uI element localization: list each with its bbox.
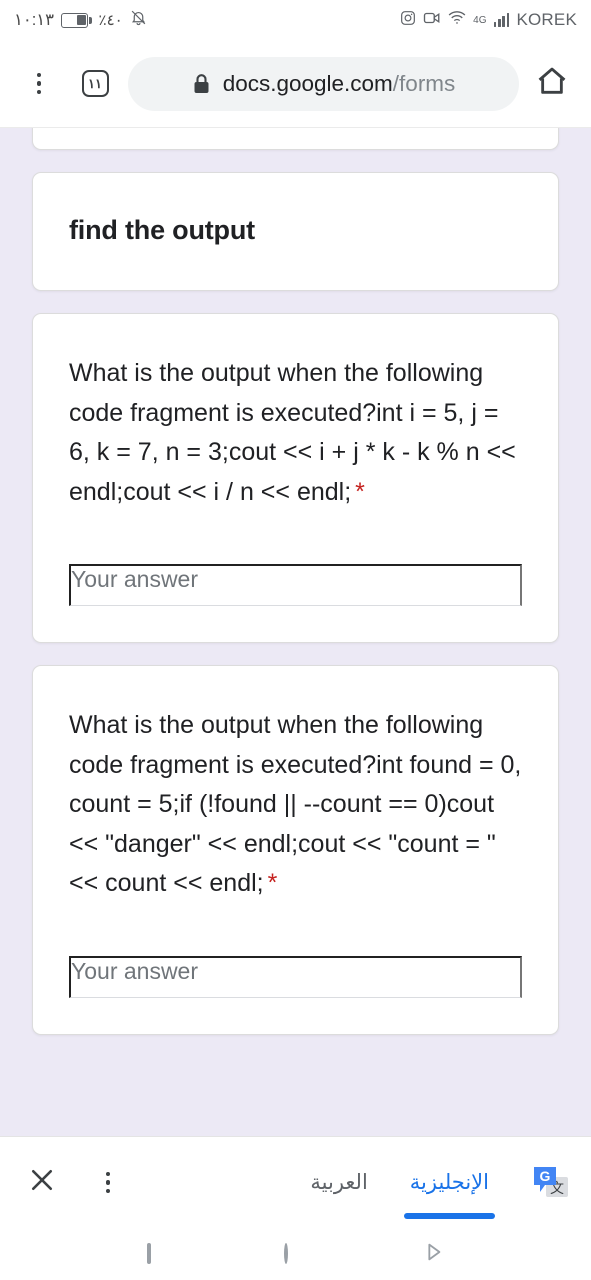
question-label-1: What is the output when the following co…: [69, 359, 516, 506]
page-title: find the output: [69, 215, 255, 245]
form-content[interactable]: find the output What is the output when …: [0, 128, 591, 1136]
circle-icon: [284, 1243, 289, 1264]
phone-screen: ١٠:١٣ ٪٤٠ 4G KOREK ١١ docs.google.com/fo…: [0, 0, 591, 1280]
home-nav-button[interactable]: [284, 1243, 289, 1264]
home-icon: [535, 64, 569, 103]
url-path: /forms: [392, 70, 456, 96]
browser-toolbar: ١١ docs.google.com/forms: [0, 40, 591, 128]
kebab-menu-icon: [36, 72, 42, 95]
google-translate-icon[interactable]: 文 G: [531, 1164, 569, 1202]
mute-bell-icon: [130, 9, 147, 31]
required-asterisk-2: *: [267, 869, 278, 897]
answer-input-2[interactable]: [69, 955, 522, 998]
url-domain: docs.google.com: [222, 70, 393, 96]
close-translate-button[interactable]: [22, 1163, 62, 1203]
instagram-icon: [400, 10, 416, 31]
status-bar: ١٠:١٣ ٪٤٠ 4G KOREK: [0, 0, 591, 40]
back-button[interactable]: [422, 1241, 444, 1268]
square-icon: [146, 1243, 151, 1264]
lock-icon: [192, 73, 211, 95]
answer-input-1[interactable]: [69, 564, 522, 606]
answer-field-wrap-2: [69, 955, 522, 998]
carrier-label: KOREK: [516, 10, 577, 29]
status-bar-left: ١٠:١٣ ٪٤٠: [14, 9, 147, 31]
wifi-icon: [448, 10, 466, 30]
recents-button[interactable]: [146, 1243, 151, 1264]
answer-field-wrap-1: [69, 564, 522, 606]
question-text-1: What is the output when the following co…: [69, 354, 522, 512]
translate-bar-left: [22, 1163, 128, 1203]
network-generation-label: 4G: [473, 14, 487, 26]
question-text-2: What is the output when the following co…: [69, 706, 522, 904]
android-navigation-bar: [0, 1228, 591, 1280]
home-button[interactable]: [529, 61, 575, 107]
battery-percent-label: ٪٤٠: [98, 12, 123, 29]
tab-switcher-button[interactable]: ١١: [72, 61, 118, 107]
battery-icon: [61, 12, 92, 28]
question-card-1: What is the output when the following co…: [32, 313, 559, 643]
language-tab-english[interactable]: الإنجليزية: [394, 1137, 505, 1229]
required-asterisk-1: *: [355, 477, 365, 506]
signal-strength-icon: [493, 13, 510, 27]
video-camera-icon: [423, 10, 441, 31]
question-card-2: What is the output when the following co…: [32, 665, 559, 1035]
triangle-icon: [422, 1243, 444, 1267]
url-bar[interactable]: docs.google.com/forms: [128, 56, 519, 111]
close-icon: [27, 1165, 57, 1200]
status-time: ١٠:١٣: [14, 11, 55, 29]
language-tab-arabic[interactable]: العربية: [294, 1137, 383, 1229]
url-text: docs.google.com/forms: [223, 71, 456, 97]
status-bar-right: 4G KOREK: [400, 10, 577, 31]
question-label-2: What is the output when the following co…: [69, 711, 522, 897]
translate-bar: العربية الإنجليزية 文 G: [0, 1136, 591, 1228]
kebab-menu-icon: [105, 1171, 111, 1194]
previous-card-clipped: [32, 128, 559, 150]
form-title-card: find the output: [32, 172, 559, 291]
browser-menu-button[interactable]: [16, 61, 62, 107]
translate-menu-button[interactable]: [88, 1163, 128, 1203]
tab-count-badge: ١١: [81, 70, 109, 97]
svg-text:G: G: [540, 1168, 551, 1184]
